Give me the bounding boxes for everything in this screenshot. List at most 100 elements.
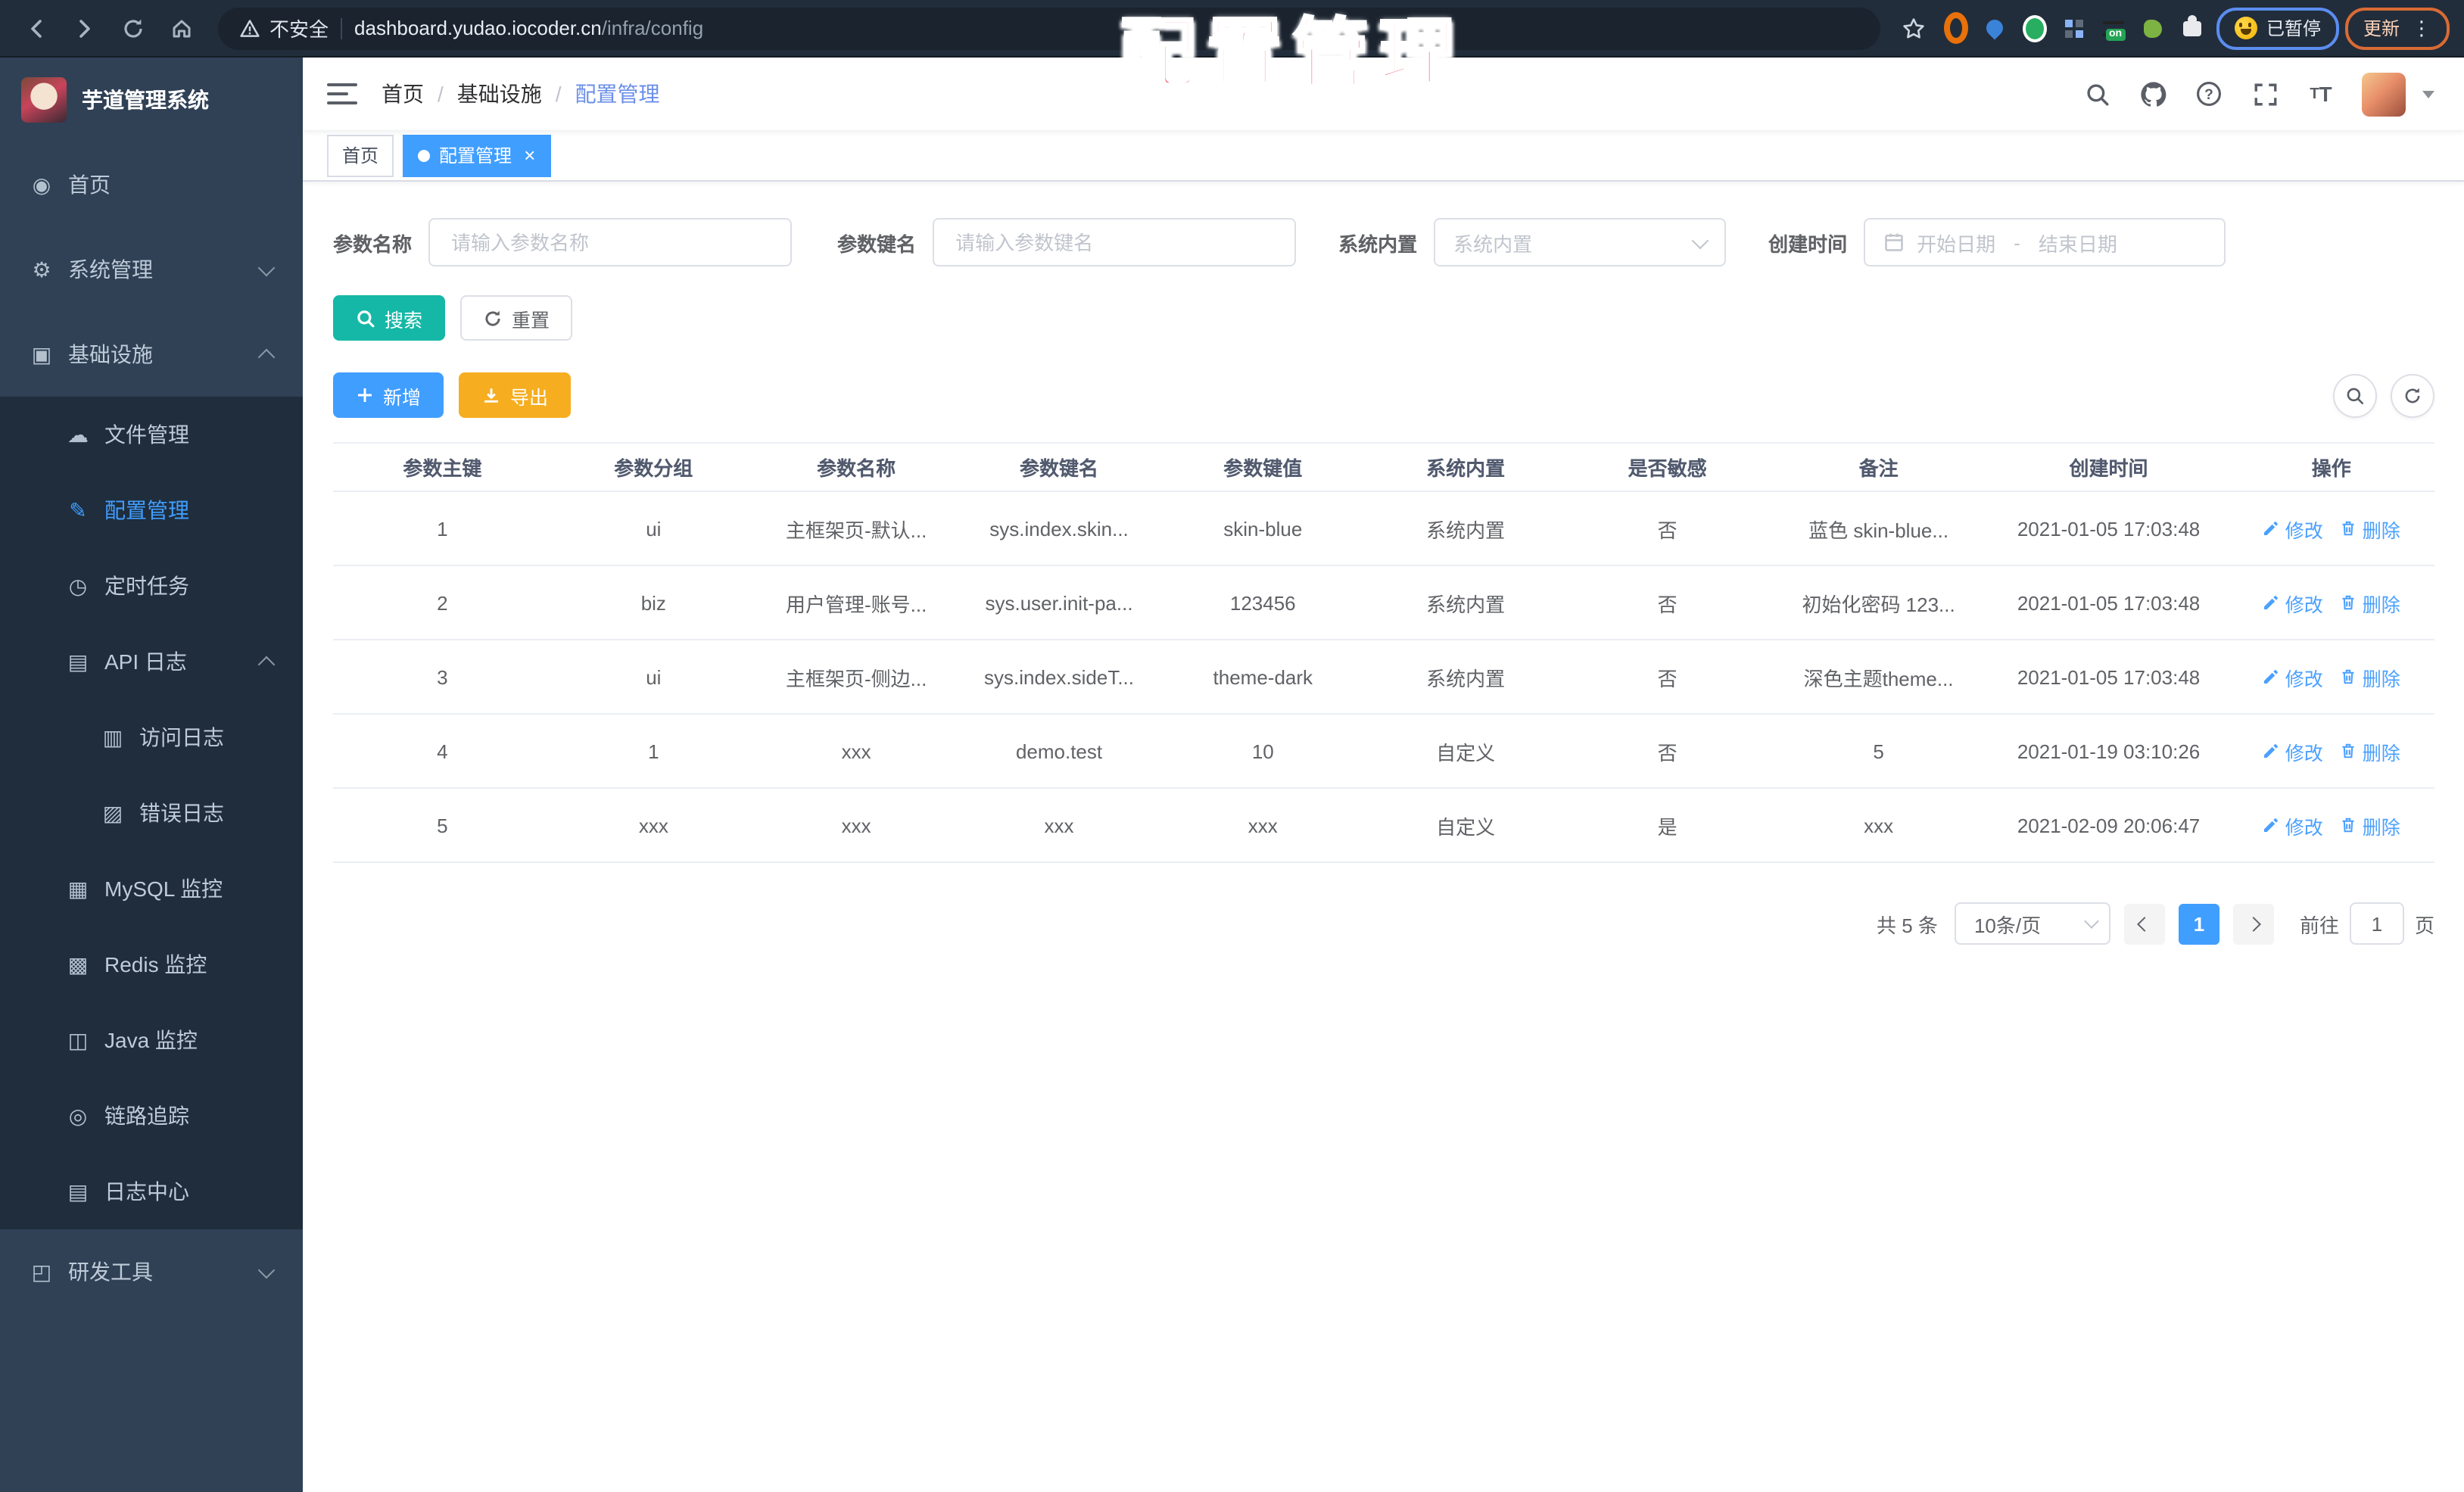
cell-group: ui (646, 665, 662, 688)
export-button[interactable]: 导出 (459, 372, 572, 418)
tags-view: 首页 配置管理 × (303, 130, 2464, 182)
github-icon[interactable] (2138, 79, 2168, 109)
error-log-icon: ▨ (102, 800, 123, 824)
sidebar-item-基础设施[interactable]: ▣ 基础设施 (0, 312, 303, 397)
sidebar-item-API 日志[interactable]: ▤ API 日志 (0, 624, 303, 699)
builtin-select[interactable]: 系统内置 (1434, 218, 1727, 266)
edit-link[interactable]: 修改 (2263, 737, 2323, 765)
back-icon[interactable] (15, 7, 58, 49)
page-content: 参数名称 参数键名 系统内置 系统内置 (303, 182, 2464, 1492)
font-size-icon[interactable]: TT (2306, 79, 2336, 109)
breadcrumb-item[interactable]: 配置管理 (575, 79, 660, 109)
delete-link[interactable]: 删除 (2340, 514, 2400, 543)
puzzle-extensions-menu-icon[interactable] (2180, 14, 2204, 40)
delete-link[interactable]: 删除 (2340, 662, 2400, 691)
tab-首页[interactable]: 首页 (327, 134, 394, 176)
reset-button[interactable]: 重置 (460, 295, 573, 341)
reset-button-label: 重置 (512, 310, 550, 331)
url-path: /infra/config (601, 17, 704, 39)
sidebar-item-访问日志[interactable]: ▥ 访问日志 (0, 699, 303, 775)
next-page-button[interactable] (2232, 903, 2274, 944)
sidebar-item-定时任务[interactable]: ◷ 定时任务 (0, 548, 303, 624)
refresh-table-icon[interactable] (2391, 373, 2434, 417)
cell-actions: 修改 删除 (2229, 514, 2434, 543)
blue-drop-extension-icon[interactable] (1983, 16, 2008, 40)
goto-page-input[interactable] (2349, 902, 2404, 945)
green-blob-extension-icon[interactable] (2141, 16, 2165, 40)
delete-link[interactable]: 删除 (2340, 811, 2400, 839)
sidebar-item-研发工具[interactable]: ◰ 研发工具 (0, 1229, 303, 1314)
home-icon[interactable] (160, 7, 203, 49)
forward-icon[interactable] (64, 7, 106, 49)
delete-icon (2343, 521, 2355, 536)
dashboard-icon: ◉ (32, 172, 51, 196)
page-size-select[interactable]: 10条/页 (1954, 902, 2110, 945)
param-key-label: 参数键名 (837, 232, 917, 255)
sidebar-item-链路追踪[interactable]: ◎ 链路追踪 (0, 1078, 303, 1154)
filter-form: 参数名称 参数键名 系统内置 系统内置 (333, 218, 2434, 266)
toggle-search-icon[interactable] (2333, 373, 2377, 417)
edit-link[interactable]: 修改 (2263, 588, 2323, 617)
cell-group: biz (640, 591, 666, 614)
table-row: 2 biz 用户管理-账号... sys.user.init-pa... 123456 系… (333, 566, 2434, 640)
param-key-field[interactable] (933, 218, 1297, 266)
param-key-input[interactable] (952, 229, 1277, 255)
edit-link[interactable]: 修改 (2263, 514, 2323, 543)
address-bar[interactable]: 不安全 dashboard.yudao.iocoder.cn/infra/con… (218, 7, 1880, 49)
sidebar-item-Redis 监控[interactable]: ▩ Redis 监控 (0, 927, 303, 1002)
sidebar-item-Java 监控[interactable]: ◫ Java 监控 (0, 1002, 303, 1078)
trace-icon: ◎ (68, 1103, 88, 1127)
table-row: 5 xxx xxx xxx xxx 自定义 是 xxx 2021-02-09 20:06:47 修… (333, 789, 2434, 863)
cell-sensitive: 是 (1657, 815, 1677, 838)
column-header: 参数主键 (403, 457, 482, 480)
sidebar-item-日志中心[interactable]: ▤ 日志中心 (0, 1154, 303, 1229)
add-button[interactable]: 新增 (333, 372, 444, 418)
close-icon[interactable]: × (524, 145, 535, 165)
cell-name: 用户管理-账号... (786, 593, 927, 615)
sidebar-item-首页[interactable]: ◉ 首页 (0, 142, 303, 227)
sidebar-item-文件管理[interactable]: ☁ 文件管理 (0, 397, 303, 472)
bookmark-star-icon[interactable] (1896, 16, 1932, 40)
edit-link[interactable]: 修改 (2263, 662, 2323, 691)
clock-icon: ◷ (68, 573, 88, 597)
grid-extension-icon[interactable] (2062, 16, 2086, 40)
param-name-input[interactable] (448, 229, 773, 255)
chevron-down-icon (257, 1260, 276, 1279)
user-avatar[interactable] (2362, 72, 2406, 116)
sidebar-item-配置管理[interactable]: ✎ 配置管理 (0, 472, 303, 548)
chevron-up-icon (257, 655, 276, 673)
current-page[interactable]: 1 (2178, 903, 2219, 944)
edit-link[interactable]: 修改 (2263, 811, 2323, 839)
app-logo-row[interactable]: 芋道管理系统 (0, 58, 303, 142)
sidebar-item-错误日志[interactable]: ▨ 错误日志 (0, 775, 303, 851)
delete-link[interactable]: 删除 (2340, 737, 2400, 765)
user-menu-caret-icon[interactable] (2422, 90, 2434, 98)
fullscreen-icon[interactable] (2250, 79, 2280, 109)
green-ring-extension-icon[interactable] (2022, 14, 2047, 42)
chrome-update-button[interactable]: 更新 ⋮ (2344, 7, 2450, 49)
search-icon[interactable] (2082, 79, 2112, 109)
onetab-extension-icon[interactable]: on (2101, 16, 2126, 40)
tab-配置管理[interactable]: 配置管理 × (403, 134, 551, 176)
site-security[interactable]: 不安全 (239, 14, 329, 42)
sidebar-item-label: 访问日志 (139, 725, 224, 749)
search-button[interactable]: 搜索 (333, 295, 446, 341)
breadcrumb-item[interactable]: 首页 (382, 79, 424, 109)
hamburger-icon[interactable] (327, 83, 357, 104)
orange-donut-extension-icon[interactable] (1943, 12, 1968, 44)
update-label: 更新 (2363, 18, 2400, 39)
reload-icon[interactable] (112, 7, 154, 49)
breadcrumb-item[interactable]: 基础设施 (457, 79, 542, 109)
browser-menu-icon[interactable]: ⋮ (2412, 18, 2431, 38)
breadcrumb-separator: / (555, 82, 562, 106)
delete-link[interactable]: 删除 (2340, 588, 2400, 617)
profile-paused-badge[interactable]: 已暂停 (2216, 7, 2339, 49)
date-range-picker[interactable]: 开始日期 - 结束日期 (1864, 218, 2226, 266)
mysql-icon: ▦ (67, 876, 89, 900)
prev-page-button[interactable] (2123, 903, 2165, 944)
sidebar-item-MySQL 监控[interactable]: ▦ MySQL 监控 (0, 851, 303, 927)
param-name-field[interactable] (428, 218, 793, 266)
help-icon[interactable]: ? (2194, 79, 2224, 109)
create-time-label: 创建时间 (1768, 232, 1848, 255)
sidebar-item-系统管理[interactable]: ⚙ 系统管理 (0, 227, 303, 312)
